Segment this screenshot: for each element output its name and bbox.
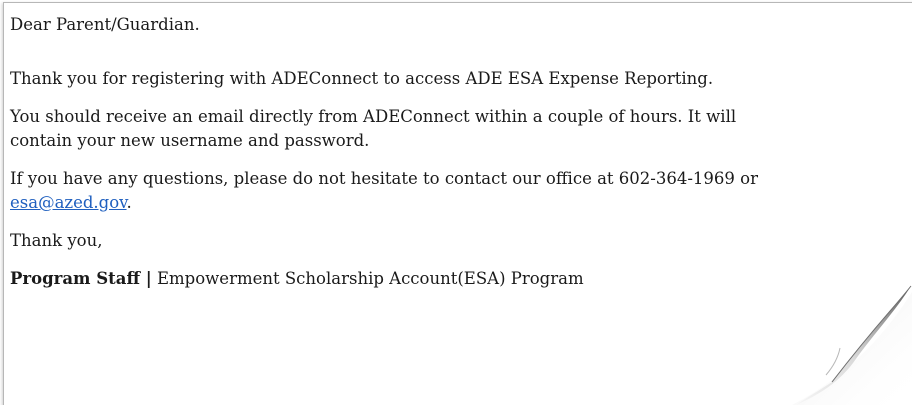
email-notice: You should receive an email directly fro… [10,105,912,153]
signature: Program Staff | Empowerment Scholarship … [10,267,912,291]
letter-page: Dear Parent/Guardian. Thank you for regi… [3,2,912,405]
email-notice-line-1: You should receive an email directly fro… [10,107,737,126]
questions-line: If you have any questions, please do not… [10,169,758,188]
signature-name: Program Staff | [10,269,152,288]
esa-email-link[interactable]: esa@azed.gov [10,193,127,212]
salutation: Dear Parent/Guardian. [10,15,200,34]
signature-program: Empowerment Scholarship Account(ESA) Pro… [151,269,584,288]
email-notice-line-2: contain your new username and password. [10,131,370,150]
screenshot-stage: Dear Parent/Guardian. Thank you for regi… [0,0,912,405]
questions-contact-line: esa@azed.gov. [10,191,912,215]
email-link-suffix: . [126,193,132,212]
closing: Thank you, [10,231,103,250]
questions-paragraph: If you have any questions, please do not… [10,167,912,215]
registration-thanks: Thank you for registering with ADEConnec… [10,69,714,88]
